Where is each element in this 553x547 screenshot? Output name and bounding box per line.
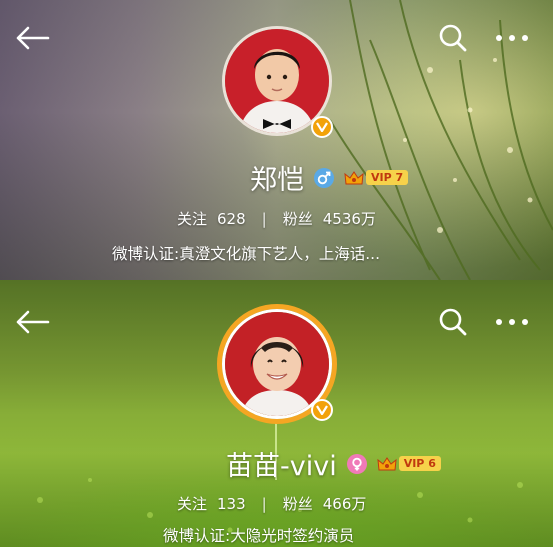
crown-icon	[344, 170, 364, 184]
follow-count: 133	[217, 495, 246, 513]
stat-divider: |	[261, 209, 267, 228]
search-icon	[439, 308, 467, 336]
profile-name: 郑恺	[250, 165, 304, 196]
follow-label: 关注	[177, 495, 208, 513]
fans-label: 粉丝	[282, 495, 313, 513]
name-row: 苗苗-vivi VIP 6	[226, 444, 441, 483]
more-button[interactable]	[492, 18, 532, 58]
certification-text[interactable]: 微博认证:真澄文化旗下艺人，上海话...	[112, 242, 380, 264]
follow-count: 628	[217, 210, 246, 228]
fans-stat[interactable]: 粉丝 466万	[283, 493, 367, 514]
stat-divider: |	[261, 494, 267, 513]
search-button[interactable]	[433, 302, 473, 342]
more-dots-icon	[496, 35, 528, 41]
verified-v-badge-icon	[311, 399, 333, 421]
crown-icon	[377, 456, 397, 470]
verified-v-badge-icon	[311, 116, 333, 138]
fans-label: 粉丝	[282, 210, 313, 228]
search-icon	[439, 24, 467, 52]
search-button[interactable]	[433, 18, 473, 58]
arrow-left-icon	[16, 310, 50, 334]
back-button[interactable]	[12, 302, 52, 342]
stats-row: 关注 133 | 粉丝 466万	[177, 493, 366, 514]
follow-stat[interactable]: 关注 628	[177, 208, 246, 229]
more-button[interactable]	[492, 302, 532, 342]
fans-count: 466万	[322, 495, 367, 513]
vip-badge[interactable]: VIP 7	[344, 170, 409, 186]
avatar-image	[225, 29, 329, 133]
follow-stat[interactable]: 关注 133	[177, 493, 246, 514]
profile-header-1: 郑恺 VIP 7 关注 628 | 粉丝 4536万 微博认证:真澄文化旗下艺人，上…	[0, 0, 553, 280]
follow-label: 关注	[177, 210, 208, 228]
male-symbol-icon	[314, 167, 334, 188]
vip-badge[interactable]: VIP 6	[377, 456, 441, 472]
profile-name: 苗苗-vivi	[226, 451, 337, 482]
stats-row: 关注 628 | 粉丝 4536万	[177, 208, 376, 229]
vip-level: VIP 6	[398, 456, 441, 471]
arrow-left-icon	[16, 26, 50, 50]
fans-count: 4536万	[322, 210, 376, 228]
fans-stat[interactable]: 粉丝 4536万	[283, 208, 376, 229]
certification-text[interactable]: 微博认证:大隐光时签约演员	[163, 524, 354, 546]
more-dots-icon	[496, 319, 528, 325]
profile-header-2: 苗苗-vivi VIP 6 关注 133 | 粉丝 466万 微博认证:大隐光时签约…	[0, 280, 553, 547]
back-button[interactable]	[12, 18, 52, 58]
name-row: 郑恺 VIP 7	[250, 158, 409, 197]
female-symbol-icon	[346, 453, 367, 474]
vip-level: VIP 7	[366, 170, 409, 185]
